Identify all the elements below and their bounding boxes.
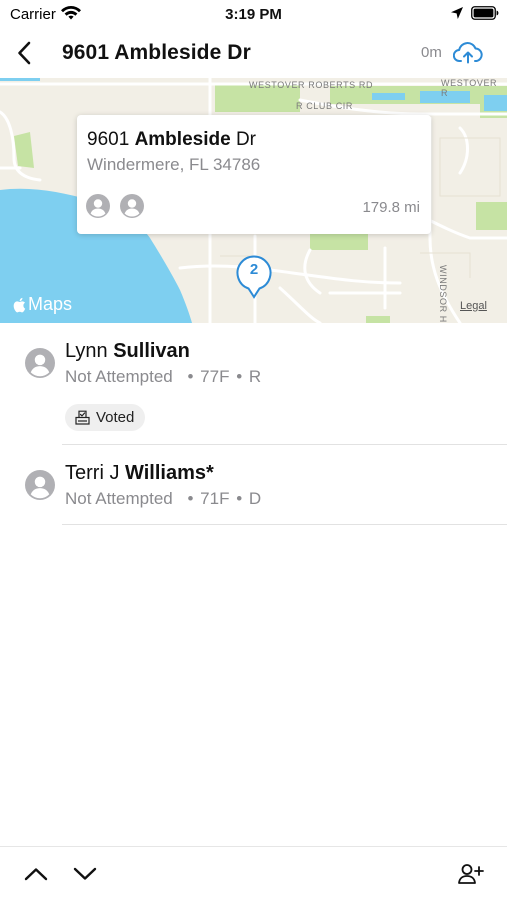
list-item[interactable]: Lynn Sullivan Not Attempted • 77F • R Vo…: [0, 323, 507, 445]
add-person-button[interactable]: [456, 859, 486, 889]
map-pin[interactable]: 2: [235, 255, 273, 299]
party: D: [248, 489, 262, 508]
person-meta: Not Attempted • 71F • D: [65, 489, 261, 509]
person-meta: Not Attempted • 77F • R: [65, 367, 261, 387]
road-label: WESTOVER ROBERTS RD: [249, 80, 374, 90]
ballot-box-icon: [75, 410, 90, 425]
person-circle-icon: [25, 348, 55, 378]
street-number: 9601: [87, 129, 130, 150]
last-name: Sullivan: [113, 340, 190, 362]
add-person-icon: [458, 864, 484, 884]
bottom-toolbar: [0, 846, 507, 900]
first-name: Terri J: [65, 462, 120, 484]
navigation-bar: 9601 Ambleside Dr 0m: [0, 28, 507, 78]
meta-separator: •: [187, 489, 194, 508]
map-pin-count: 2: [249, 261, 259, 278]
meta-separator: •: [236, 367, 243, 386]
elapsed-time: 0m: [421, 44, 442, 61]
page-title: 9601 Ambleside Dr: [62, 41, 251, 64]
person-circle-icon: [86, 194, 110, 218]
apple-logo-icon: [13, 297, 26, 312]
last-name: Williams*: [125, 462, 214, 484]
upload-button[interactable]: [452, 38, 484, 68]
party: R: [248, 367, 262, 386]
people-list: Lynn Sullivan Not Attempted • 77F • R Vo…: [0, 323, 507, 525]
chevron-left-icon: [18, 41, 31, 65]
contact-status: Not Attempted: [65, 489, 173, 508]
callout-city: Windermere, FL 34786: [87, 155, 261, 174]
list-item[interactable]: Terri J Williams* Not Attempted • 71F • …: [0, 445, 507, 525]
chevron-up-icon: [24, 868, 48, 881]
meta-separator: •: [236, 489, 243, 508]
battery-icon: [471, 6, 499, 20]
location-arrow-icon: [451, 7, 463, 19]
back-button[interactable]: [8, 36, 42, 70]
divider: [62, 524, 507, 525]
voted-badge: Voted: [65, 404, 146, 431]
cloud-upload-icon: [453, 42, 483, 64]
callout-street: 9601 Ambleside Dr: [87, 129, 256, 151]
age-gender: 77F: [200, 367, 230, 386]
road-label: WINDSOR H: [438, 265, 448, 323]
age-gender: 71F: [200, 489, 230, 508]
street-name: Ambleside: [134, 129, 231, 150]
callout-distance: 179.8 mi: [362, 199, 420, 216]
maps-brand-label: Maps: [28, 294, 73, 314]
legal-link[interactable]: Legal: [460, 300, 487, 312]
map-view[interactable]: WESTOVER ROBERTS RD WESTOVER R R CLUB CI…: [0, 78, 507, 323]
person-circle-icon: [120, 194, 144, 218]
status-bar: Carrier 3:19 PM: [0, 0, 507, 28]
road-label: WESTOVER R: [441, 78, 498, 98]
clock: 3:19 PM: [225, 6, 282, 23]
address-callout[interactable]: 9601 Ambleside Dr Windermere, FL 34786 1…: [77, 115, 431, 234]
contact-status: Not Attempted: [65, 367, 173, 386]
chevron-down-icon: [73, 867, 97, 880]
street-suffix: Dr: [235, 129, 256, 150]
person-circle-icon: [25, 470, 55, 500]
voted-label: Voted: [96, 409, 135, 426]
meta-separator: •: [187, 367, 194, 386]
previous-button[interactable]: [21, 859, 51, 889]
person-name: Lynn Sullivan: [65, 340, 190, 363]
first-name: Lynn: [65, 340, 108, 362]
road-label: R CLUB CIR: [296, 101, 354, 111]
next-button[interactable]: [70, 859, 100, 889]
person-name: Terri J Williams*: [65, 462, 214, 485]
apple-maps-logo: Maps: [12, 294, 72, 315]
